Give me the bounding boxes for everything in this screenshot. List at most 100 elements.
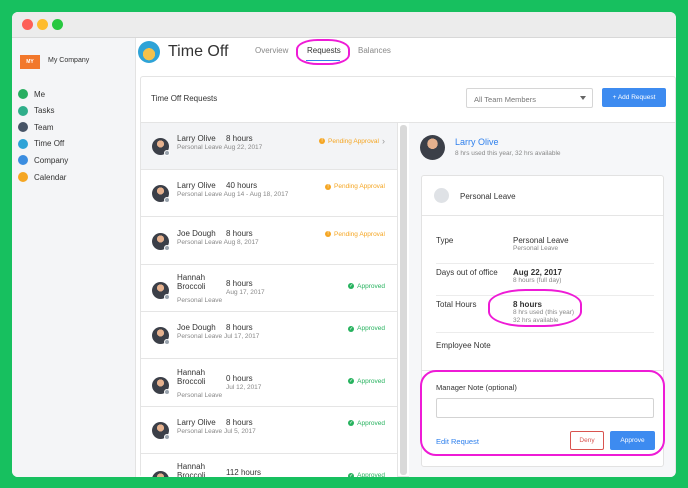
- status-badge: ! Pending Approval: [325, 231, 385, 238]
- request-hours: 0 hours: [226, 373, 253, 383]
- field-label: Employee Note: [436, 341, 491, 350]
- request-hours: 8 hours: [226, 323, 253, 333]
- highlight-circle: [420, 370, 665, 456]
- request-hours: 40 hours: [226, 181, 258, 191]
- sidebar-item-label: Company: [34, 155, 69, 165]
- request-row[interactable]: Larry Olive 8 hours Personal Leave Aug 22,…: [141, 123, 397, 170]
- close-window-button[interactable]: [22, 19, 33, 30]
- request-type: Personal Leave: [177, 391, 223, 399]
- request-row[interactable]: Hannah Broccoli 0 hours Jul 12, 2017 Person…: [141, 359, 397, 407]
- request-details: Personal Leave Jul 5, 2017: [177, 427, 256, 435]
- employee-name: Joe Dough: [177, 228, 216, 238]
- field-value: Personal Leave: [513, 236, 569, 245]
- status-dot-icon: [164, 433, 170, 440]
- request-hours: 8 hours: [226, 417, 253, 427]
- add-request-button[interactable]: + Add Request: [602, 88, 666, 107]
- employee-hours-summary: 8 hrs used this year, 32 hrs available: [455, 150, 561, 157]
- checkmark-icon: [18, 105, 28, 116]
- avatar: [152, 185, 170, 204]
- status-dot-icon: [164, 293, 170, 300]
- employee-name: Joe Dough: [177, 323, 216, 333]
- employee-name: Larry Olive: [177, 417, 216, 427]
- warning-circle-icon: !: [319, 138, 326, 144]
- sidebar-item-time-off[interactable]: Time Off: [18, 137, 64, 151]
- request-hours: 112 hours: [226, 468, 261, 477]
- status-dot-icon: [164, 388, 170, 395]
- sidebar-item-team[interactable]: Team: [18, 120, 54, 134]
- panel-title: Time Off Requests: [151, 94, 218, 103]
- status-badge: ✓ Approved: [348, 420, 385, 427]
- status-dot-icon: [164, 150, 170, 156]
- team-filter-value: All Team Members: [474, 95, 536, 104]
- warning-circle-icon: !: [325, 231, 332, 238]
- company-name[interactable]: My Company: [48, 57, 89, 64]
- request-hours: 8 hours: [226, 134, 253, 143]
- tab-balances[interactable]: Balances: [358, 46, 391, 55]
- status-label: Approved: [357, 325, 385, 333]
- request-type: Personal Leave: [177, 296, 223, 304]
- status-dot-icon: [164, 339, 170, 346]
- panel-header: Time Off Requests All Team Members + Add…: [141, 77, 675, 123]
- chevron-right-icon: ›: [382, 136, 385, 146]
- avatar: [152, 232, 170, 251]
- field-sub: 8 hours (full day): [513, 277, 562, 284]
- request-details: Personal Leave Aug 14 - Aug 18, 2017: [177, 191, 289, 199]
- sidebar-item-calendar[interactable]: Calendar: [18, 170, 66, 184]
- status-label: Approved: [357, 282, 385, 290]
- avatar: [152, 376, 170, 395]
- employee-name: Larry Olive: [177, 134, 216, 143]
- maximize-window-button[interactable]: [52, 19, 63, 30]
- status-badge: ✓ Approved: [348, 472, 385, 477]
- request-row[interactable]: Larry Olive 8 hours Personal Leave Jul 5, …: [141, 406, 397, 454]
- check-circle-icon: ✓: [348, 378, 355, 384]
- minimize-window-button[interactable]: [37, 19, 48, 30]
- field-value: Aug 22, 2017: [513, 268, 562, 277]
- team-filter-select[interactable]: All Team Members: [466, 88, 593, 108]
- request-details: Personal Leave Jul 17, 2017: [177, 333, 260, 341]
- list-scrollbar[interactable]: [400, 125, 407, 475]
- status-badge: ✓ Approved: [348, 283, 385, 290]
- field-label: Type: [436, 236, 454, 245]
- request-list: Larry Olive 8 hours Personal Leave Aug 22,…: [141, 123, 398, 477]
- request-row[interactable]: Larry Olive 40 hours Personal Leave Aug 14…: [141, 170, 397, 218]
- status-label: Pending Approval: [328, 137, 379, 145]
- request-row[interactable]: Joe Dough 8 hours Personal Leave Aug 8, 20…: [141, 217, 397, 265]
- status-label: Approved: [357, 472, 385, 477]
- company-logo[interactable]: MY: [20, 55, 40, 69]
- status-label: Approved: [357, 419, 385, 427]
- request-row[interactable]: Hannah Broccoli 8 hours Aug 17, 2017 Person…: [141, 264, 397, 312]
- request-row[interactable]: Joe Dough 8 hours Personal Leave Jul 17, 2…: [141, 312, 397, 360]
- app-window: MY My Company Me Tasks Team Time Off Company…: [12, 12, 676, 477]
- beach-icon: [18, 138, 28, 149]
- request-date: Jul 12, 2017: [226, 383, 262, 391]
- request-details: Personal Leave Aug 22, 2017: [177, 144, 263, 151]
- highlight-circle: [296, 39, 350, 65]
- field-label: Total Hours: [436, 300, 477, 309]
- employee-name: Hannah Broccoli: [177, 367, 206, 386]
- field-type: Type Personal Leave Personal Leave: [436, 236, 654, 264]
- sidebar-item-label: Calendar: [34, 172, 67, 182]
- sidebar-item-company[interactable]: Company: [18, 153, 68, 167]
- field-employee-note: Employee Note: [436, 341, 654, 361]
- sidebar-item-label: Team: [34, 122, 54, 132]
- employee-name: Larry Olive: [177, 181, 216, 191]
- warning-circle-icon: !: [325, 183, 332, 190]
- request-row[interactable]: Hannah Broccoli112 hoursMar 7 - Mar 24, …: [141, 454, 397, 477]
- avatar: [420, 135, 445, 160]
- request-hours: 8 hours: [226, 278, 253, 288]
- employee-name: Hannah Broccoli: [177, 462, 206, 477]
- team-icon: [18, 122, 28, 133]
- employee-name-link[interactable]: Larry Olive: [455, 137, 499, 147]
- field-sub: Personal Leave: [513, 245, 559, 252]
- employee-name: Hannah Broccoli: [177, 272, 206, 291]
- sidebar-item-tasks[interactable]: Tasks: [18, 104, 54, 118]
- card-header: Personal Leave: [422, 176, 663, 216]
- calendar-icon: [18, 172, 28, 182]
- status-badge: ! Pending Approval: [325, 183, 385, 190]
- person-icon: [434, 188, 449, 203]
- sidebar-item-label: Time Off: [34, 139, 65, 149]
- tab-overview[interactable]: Overview: [255, 46, 288, 55]
- avatar: [152, 138, 170, 156]
- status-label: Pending Approval: [334, 183, 385, 191]
- sidebar-item-me[interactable]: Me: [18, 87, 45, 101]
